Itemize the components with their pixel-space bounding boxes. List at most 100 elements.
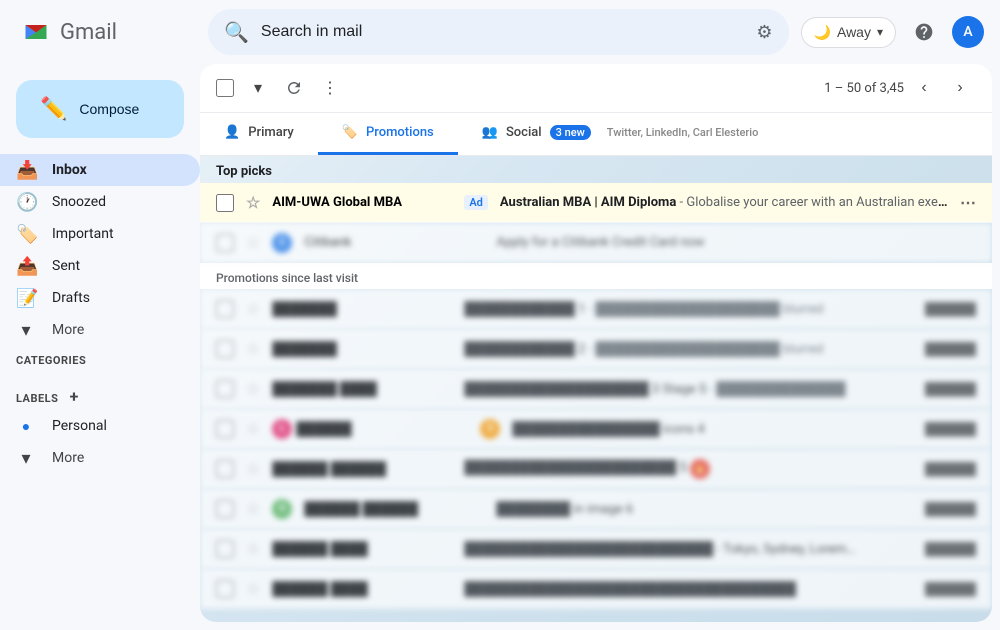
row-checkbox[interactable] [216,420,234,438]
next-page-button[interactable]: › [944,72,976,104]
star-icon[interactable]: ☆ [246,579,260,598]
table-row[interactable]: ☆ ███████ ████ ████████████████████ 3 St… [200,369,992,409]
email-subject: Australian MBA | AIM Diploma - Globalise… [500,195,948,210]
more-nav-button[interactable]: ▾ More [0,314,200,346]
email-time: ██████ [925,302,976,316]
row-checkbox[interactable] [216,580,234,598]
more-nav-label: More [52,322,84,338]
moon-icon: 🌙 [814,24,831,41]
compose-button[interactable]: ✏️ Compose [16,80,184,138]
tabs-bar: 👤 Primary 🏷️ Promotions 👥 Social 3 new T… [200,113,992,156]
row-checkbox[interactable] [216,234,234,252]
help-button[interactable] [904,12,944,52]
avatar[interactable]: A [952,16,984,48]
subject-text: ████████████████████████████████████ [464,582,796,597]
table-row[interactable]: ☆ G ██████ ██████ ████████ in image 6 ██… [200,489,992,529]
inbox-icon: 📥 [16,160,36,181]
row-checkbox[interactable] [216,380,234,398]
row-checkbox[interactable] [216,300,234,318]
tab-primary-label: Primary [248,125,294,140]
categories-section-label: Categories [0,346,200,371]
email-time: ██████ [925,502,976,516]
row-checkbox[interactable] [216,460,234,478]
tab-social[interactable]: 👥 Social 3 new Twitter, LinkedIn, Carl E… [458,113,783,155]
table-row[interactable]: ☆ ██████ ████ ██████████████████████████… [200,569,992,609]
subject-text: Apply for a Citibank Credit Card now [496,235,704,250]
star-icon[interactable]: ☆ [246,499,260,518]
status-label: Away [837,24,871,40]
star-icon[interactable]: ☆ [246,339,260,358]
table-row[interactable]: ☆ ██████ ████ ██████████████████████████… [200,529,992,569]
table-row[interactable]: ☆ AIM-UWA Global MBA Ad Australian MBA |… [200,183,992,223]
top-bar: Gmail 🔍 ⚙ 🌙 Away ▾ A [0,0,1000,64]
table-row[interactable]: ☆ ███████ ████████████ 1 - █████████████… [200,289,992,329]
table-row[interactable]: ☆ C Citibank Apply for a Citibank Credit… [200,223,992,263]
social-tab-icon: 👥 [482,125,498,140]
sidebar-item-important[interactable]: 🏷️ Important [0,218,200,250]
sidebar-item-drafts[interactable]: 📝 Drafts [0,282,200,314]
inline-badge: 🔥 [690,459,710,479]
star-icon[interactable]: ☆ [246,419,260,438]
select-dropdown-button[interactable]: ▾ [242,72,274,104]
subject-text: ████████████████████ 3 Stage S [464,382,706,397]
star-icon[interactable]: ☆ [246,459,260,478]
tab-primary[interactable]: 👤 Primary [200,113,318,155]
sidebar-item-snoozed[interactable]: 🕐 Snoozed [0,186,200,218]
row-checkbox[interactable] [216,194,234,212]
subject-text: ███████████████████████████ - Tokyo, Syd… [464,542,855,557]
sidebar-item-inbox[interactable]: 📥 Inbox [0,154,200,186]
sender-name: ██████ ██████ [304,501,484,517]
search-bar[interactable]: 🔍 ⚙ [208,9,789,55]
sidebar-item-snoozed-label: Snoozed [52,194,106,210]
star-icon[interactable]: ☆ [246,539,260,558]
header-icons: 🌙 Away ▾ A [801,12,984,52]
add-label-icon[interactable]: + [70,387,79,406]
table-row[interactable]: ☆ ███████ ████████████ 2 - █████████████… [200,329,992,369]
sender-name: ███████ [272,341,452,357]
email-time: ██████ [925,582,976,596]
star-icon[interactable]: ☆ [246,233,260,252]
sidebar-item-sent[interactable]: 📤 Sent [0,250,200,282]
more-toolbar-button[interactable]: ⋮ [314,72,346,104]
toolbar: ▾ ⋮ 1 – 50 of 3,45 ‹ › [200,64,992,113]
email-count: 1 – 50 of 3,45 [824,81,904,96]
sender-avatar: G [272,499,292,519]
email-subject: Apply for a Citibank Credit Card now [496,235,976,250]
sent-icon: 📤 [16,256,36,277]
sidebar-item-drafts-label: Drafts [52,290,90,306]
prev-page-button[interactable]: ‹ [908,72,940,104]
ad-badge: Ad [464,195,488,210]
select-all-checkbox[interactable] [216,79,234,97]
row-checkbox[interactable] [216,340,234,358]
refresh-button[interactable] [278,72,310,104]
star-icon[interactable]: ☆ [246,193,260,212]
primary-tab-icon: 👤 [224,125,240,140]
tab-promotions[interactable]: 🏷️ Promotions [318,113,458,155]
star-icon[interactable]: ☆ [246,379,260,398]
gmail-logo: Gmail [16,18,196,46]
sidebar-item-personal[interactable]: ● Personal [0,410,200,442]
labels-section-label: Labels + [0,379,200,410]
sender-name: ██████ ████ [272,581,452,597]
table-row[interactable]: ☆ L ██████ S ████████████████ icons 4 ██… [200,409,992,449]
chevron-down-icon: ▾ [877,25,883,39]
email-time: ██████ [925,462,976,476]
more-labels-icon: ▾ [16,448,36,469]
email-subject: ███████████████████████ 5 🔥 [464,459,913,479]
main-layout: ✏️ Compose 📥 Inbox 🕐 Snoozed 🏷️ Importan… [0,64,1000,630]
sidebar: ✏️ Compose 📥 Inbox 🕐 Snoozed 🏷️ Importan… [0,64,200,630]
personal-label-icon: ● [16,418,36,435]
table-row[interactable]: ☆ ██████ ██████ ███████████████████████ … [200,449,992,489]
row-checkbox[interactable] [216,540,234,558]
more-options-icon[interactable]: ⋯ [960,193,976,212]
preview-text: - ████████████████████ blurred [589,342,824,357]
row-checkbox[interactable] [216,500,234,518]
email-list: Top picks ☆ AIM-UWA Global MBA Ad Austra… [200,156,992,622]
status-button[interactable]: 🌙 Away ▾ [801,17,896,48]
sidebar-item-important-label: Important [52,226,114,242]
search-options-icon[interactable]: ⚙ [756,22,772,43]
more-labels-button[interactable]: ▾ More [0,442,200,474]
sender-name: ██████ ████ [272,541,452,557]
search-input[interactable] [261,23,745,41]
star-icon[interactable]: ☆ [246,299,260,318]
